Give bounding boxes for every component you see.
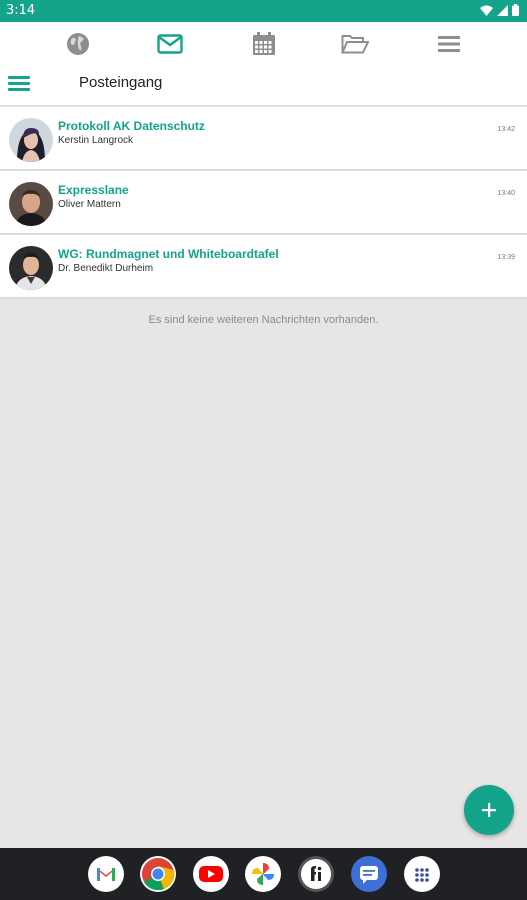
- app-bar: Posteingang: [0, 22, 527, 106]
- calendar-icon: [253, 32, 275, 55]
- messages-icon[interactable]: [351, 856, 387, 892]
- status-time: 3:14: [6, 3, 36, 18]
- message-subject: Expresslane: [58, 183, 129, 197]
- menu-icon: [438, 36, 460, 52]
- fi-icon[interactable]: [298, 856, 334, 892]
- app-drawer-icon[interactable]: [404, 856, 440, 892]
- message-subject: WG: Rundmagnet und Whiteboardtafel: [58, 247, 279, 261]
- nav-calendar-button[interactable]: [249, 30, 279, 58]
- nav-globe-button[interactable]: [63, 30, 93, 58]
- signal-icon: [497, 4, 508, 16]
- youtube-icon[interactable]: [193, 856, 229, 892]
- folder-icon: [341, 35, 369, 54]
- nav-folder-button[interactable]: [340, 30, 370, 58]
- page-title: Posteingang: [79, 74, 163, 91]
- status-bar: 3:14: [0, 0, 527, 22]
- top-navigation: [0, 22, 527, 66]
- message-sender: Oliver Mattern: [58, 199, 121, 210]
- plus-icon: [482, 803, 496, 817]
- battery-icon: [512, 4, 519, 16]
- message-time: 13:42: [497, 126, 515, 133]
- status-icons: [480, 4, 519, 16]
- gmail-icon[interactable]: [88, 856, 124, 892]
- avatar: [9, 118, 53, 162]
- nav-menu-button[interactable]: [434, 30, 464, 58]
- hamburger-menu-icon[interactable]: [8, 73, 30, 95]
- avatar: [9, 182, 53, 226]
- message-list: Protokoll AK Datenschutz Kerstin Langroc…: [0, 107, 527, 299]
- message-sender: Dr. Benedikt Durheim: [58, 263, 154, 274]
- title-bar: Posteingang: [0, 66, 527, 106]
- avatar: [9, 246, 53, 290]
- compose-button[interactable]: [464, 785, 514, 835]
- globe-icon: [67, 33, 89, 55]
- message-row[interactable]: WG: Rundmagnet und Whiteboardtafel Dr. B…: [0, 235, 527, 299]
- wifi-icon: [480, 5, 493, 16]
- message-row[interactable]: Protokoll AK Datenschutz Kerstin Langroc…: [0, 107, 527, 171]
- empty-state-text: Es sind keine weiteren Nachrichten vorha…: [148, 314, 379, 326]
- nav-mail-button[interactable]: [155, 30, 185, 58]
- chrome-icon[interactable]: [140, 856, 176, 892]
- mail-icon: [157, 34, 183, 54]
- message-time: 13:39: [497, 254, 515, 261]
- message-sender: Kerstin Langrock: [58, 135, 134, 146]
- message-row[interactable]: Expresslane Oliver Mattern 13:40: [0, 171, 527, 235]
- photos-icon[interactable]: [245, 856, 281, 892]
- message-time: 13:40: [497, 190, 515, 197]
- message-subject: Protokoll AK Datenschutz: [58, 119, 205, 133]
- app-dock: [0, 848, 527, 900]
